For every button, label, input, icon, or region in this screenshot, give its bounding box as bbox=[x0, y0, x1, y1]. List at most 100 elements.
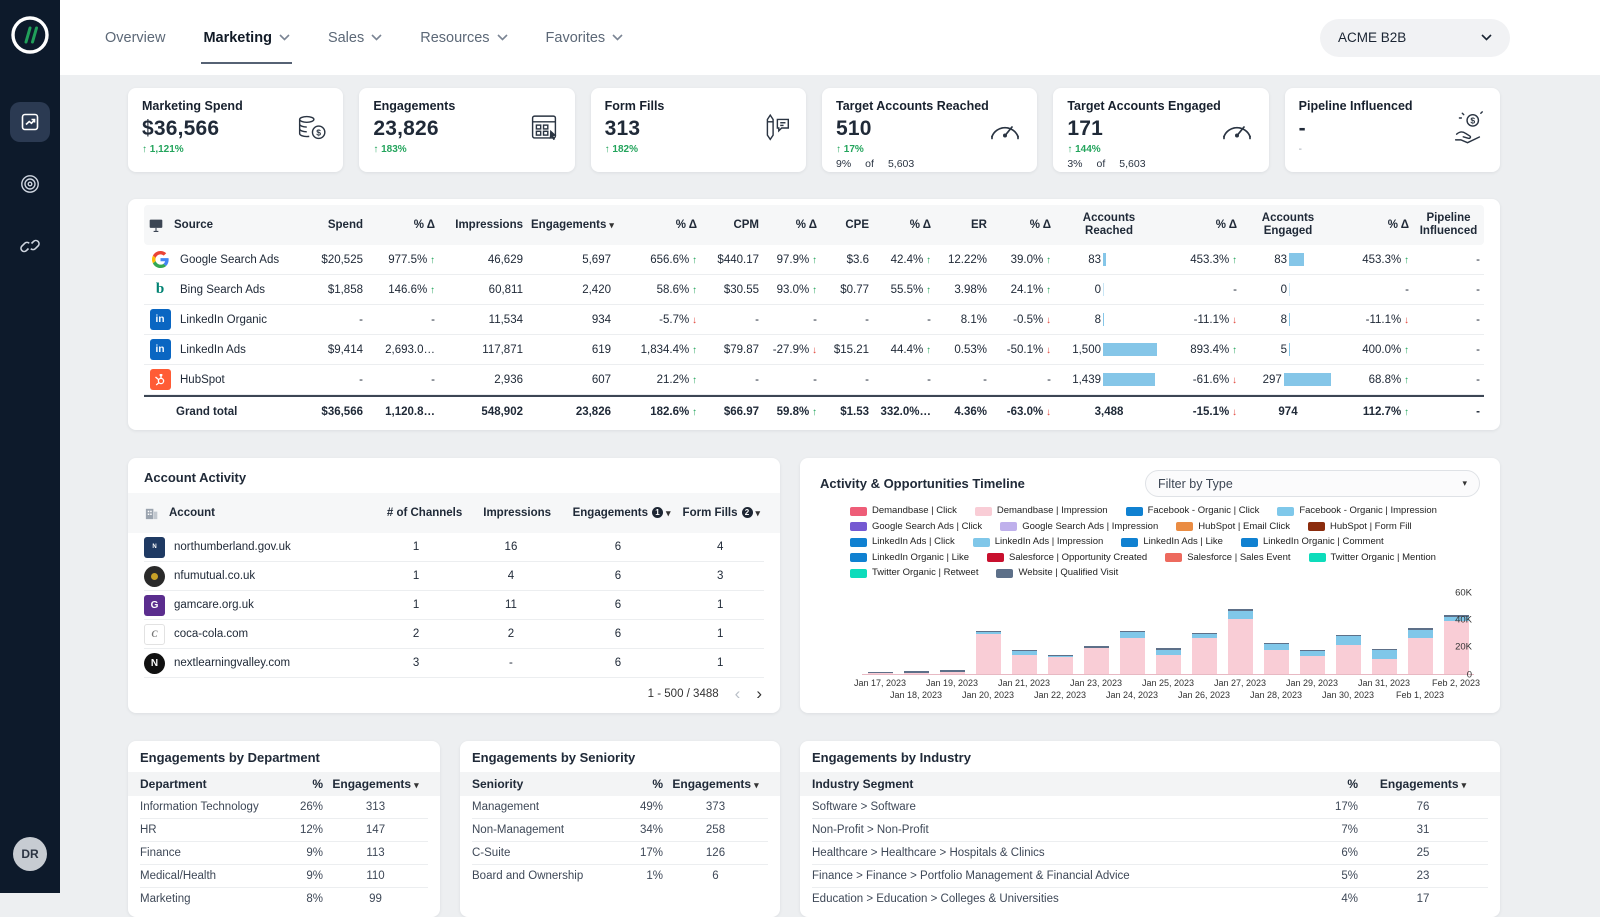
column-header--[interactable]: % Δ bbox=[367, 219, 439, 231]
target-icon[interactable] bbox=[10, 164, 50, 204]
column-header-form-fills[interactable]: Form Fills2▾ bbox=[679, 507, 764, 520]
legend-item[interactable]: LinkedIn Ads | Like bbox=[1121, 535, 1223, 550]
column-header-impressions[interactable]: Impressions bbox=[470, 507, 565, 520]
legend-item[interactable]: Twitter Organic | Retweet bbox=[850, 566, 978, 581]
column-header-engagements[interactable]: Engagements1▾ bbox=[565, 507, 679, 520]
column-header-accounts-reached[interactable]: Accounts Reached bbox=[1055, 212, 1163, 238]
chart-bar[interactable] bbox=[1336, 635, 1361, 674]
column-header--[interactable]: % Δ bbox=[873, 219, 935, 231]
nav-item-label: Resources bbox=[420, 30, 489, 46]
column-header--[interactable]: % Δ bbox=[1335, 219, 1413, 231]
legend-item[interactable]: Google Search Ads | Click bbox=[850, 520, 982, 535]
column-header-cpm[interactable]: CPM bbox=[701, 219, 763, 231]
legend-item[interactable]: Twitter Organic | Mention bbox=[1309, 551, 1436, 566]
prev-page-icon[interactable]: ‹ bbox=[735, 685, 741, 702]
link-icon[interactable] bbox=[10, 226, 50, 266]
app-logo[interactable] bbox=[11, 16, 49, 54]
cocacola-logo: C bbox=[144, 624, 165, 645]
next-page-icon[interactable]: › bbox=[756, 685, 762, 702]
chart-bar[interactable] bbox=[1300, 650, 1325, 674]
column-header-engagements[interactable]: Engagements▾ bbox=[663, 777, 768, 791]
column-header-pipeline-influenced[interactable]: Pipeline Influenced bbox=[1413, 212, 1484, 238]
data-bar-icon bbox=[1103, 253, 1106, 266]
chart-bar[interactable] bbox=[1372, 649, 1397, 673]
chart-bar[interactable] bbox=[1156, 648, 1181, 673]
x-axis-label: Jan 29, 2023 bbox=[1280, 678, 1344, 688]
down-arrow-icon: ↓ bbox=[1043, 345, 1051, 356]
filter-by-type-select[interactable]: Filter by Type ▾ bbox=[1145, 470, 1480, 497]
up-arrow-icon: ↑ bbox=[1401, 345, 1409, 356]
legend-item[interactable]: Salesforce | Sales Event bbox=[1165, 551, 1290, 566]
user-avatar[interactable]: DR bbox=[13, 837, 47, 871]
column-header-accounts-engaged[interactable]: Accounts Engaged bbox=[1241, 212, 1335, 238]
chart-bar[interactable] bbox=[1228, 609, 1253, 673]
chart-bar[interactable] bbox=[1120, 631, 1145, 674]
column-header-engagements[interactable]: Engagements▾ bbox=[1358, 777, 1488, 791]
column-header-pct[interactable]: % bbox=[271, 777, 323, 791]
sidebar-nav bbox=[10, 102, 50, 266]
legend-item[interactable]: Demandbase | Impression bbox=[975, 504, 1108, 519]
cell-10: 8.1% bbox=[935, 314, 991, 326]
column-header-pct[interactable]: % bbox=[1278, 777, 1358, 791]
nav-item-resources[interactable]: Resources bbox=[420, 0, 507, 75]
google-icon bbox=[148, 251, 172, 268]
column-header-engagements[interactable]: Engagements▾ bbox=[323, 777, 428, 791]
column-header--[interactable]: % Δ bbox=[615, 219, 701, 231]
column-header-pct[interactable]: % bbox=[611, 777, 663, 791]
cell-15: 112.7% ↑ bbox=[1335, 406, 1413, 418]
cell-2: - bbox=[367, 314, 439, 326]
legend-item[interactable]: HubSpot | Form Fill bbox=[1308, 520, 1412, 535]
footnote-badge: 2 bbox=[742, 507, 753, 518]
column-header--[interactable]: % Δ bbox=[1163, 219, 1241, 231]
chart-bar[interactable] bbox=[1408, 628, 1433, 674]
column-header-er[interactable]: ER bbox=[935, 219, 991, 231]
nav-item-overview[interactable]: Overview bbox=[105, 0, 165, 75]
legend-item[interactable]: Website | Qualified Visit bbox=[996, 566, 1118, 581]
legend-item[interactable]: Facebook - Organic | Click bbox=[1126, 504, 1260, 519]
column-header-cpe[interactable]: CPE bbox=[821, 219, 873, 231]
chart-bar[interactable] bbox=[1084, 646, 1109, 674]
legend-item[interactable]: Demandbase | Click bbox=[850, 504, 957, 519]
legend-item[interactable]: Facebook - Organic | Impression bbox=[1277, 504, 1437, 519]
row-label: Non-Management bbox=[472, 824, 611, 836]
column-header-spend[interactable]: Spend bbox=[299, 219, 367, 231]
column-header-engagements[interactable]: Engagements▾ bbox=[527, 219, 615, 231]
cell-value: 1 bbox=[676, 657, 764, 669]
reports-icon[interactable] bbox=[10, 102, 50, 142]
legend-swatch-icon bbox=[850, 522, 867, 531]
chart-bar[interactable] bbox=[1012, 650, 1037, 673]
row-label: Medical/Health bbox=[140, 870, 271, 882]
x-axis-label: Jan 27, 2023 bbox=[1208, 678, 1272, 688]
chart-bar[interactable] bbox=[940, 670, 965, 673]
nav-item-marketing[interactable]: Marketing bbox=[203, 0, 290, 75]
legend-item[interactable]: LinkedIn Organic | Comment bbox=[1241, 535, 1384, 550]
chart-bar[interactable] bbox=[1192, 633, 1217, 674]
legend-item[interactable]: Salesforce | Opportunity Created bbox=[987, 551, 1147, 566]
y-axis-tick: 40K bbox=[1440, 615, 1472, 626]
legend-swatch-icon bbox=[850, 507, 867, 516]
column-header--of-channels[interactable]: # of Channels bbox=[379, 507, 469, 520]
cell-16: - bbox=[1413, 314, 1484, 326]
nav-item-favorites[interactable]: Favorites bbox=[546, 0, 624, 75]
cell-3: 46,629 bbox=[439, 254, 527, 266]
chart-bar[interactable] bbox=[868, 672, 893, 673]
column-header--[interactable]: % Δ bbox=[991, 219, 1055, 231]
chart-bar[interactable] bbox=[976, 631, 1001, 674]
org-selector[interactable]: ACME B2B bbox=[1320, 19, 1510, 57]
cell-10: 3.98% bbox=[935, 284, 991, 296]
nav-item-sales[interactable]: Sales bbox=[328, 0, 382, 75]
legend-item[interactable]: Google Search Ads | Impression bbox=[1000, 520, 1158, 535]
legend-item[interactable]: LinkedIn Organic | Like bbox=[850, 551, 969, 566]
column-header--[interactable]: % Δ bbox=[763, 219, 821, 231]
legend-item[interactable]: LinkedIn Ads | Impression bbox=[973, 535, 1104, 550]
chart-bar[interactable] bbox=[904, 671, 929, 674]
legend-label: HubSpot | Form Fill bbox=[1330, 520, 1412, 535]
cell-value: 6 bbox=[560, 570, 677, 582]
up-arrow-icon: ↑ bbox=[1401, 407, 1409, 418]
column-header-impressions[interactable]: Impressions bbox=[439, 219, 527, 231]
legend-item[interactable]: LinkedIn Ads | Click bbox=[850, 535, 955, 550]
cell-14: 297 bbox=[1241, 373, 1335, 386]
chart-bar[interactable] bbox=[1048, 655, 1073, 673]
chart-bar[interactable] bbox=[1264, 643, 1289, 673]
legend-item[interactable]: HubSpot | Email Click bbox=[1176, 520, 1290, 535]
